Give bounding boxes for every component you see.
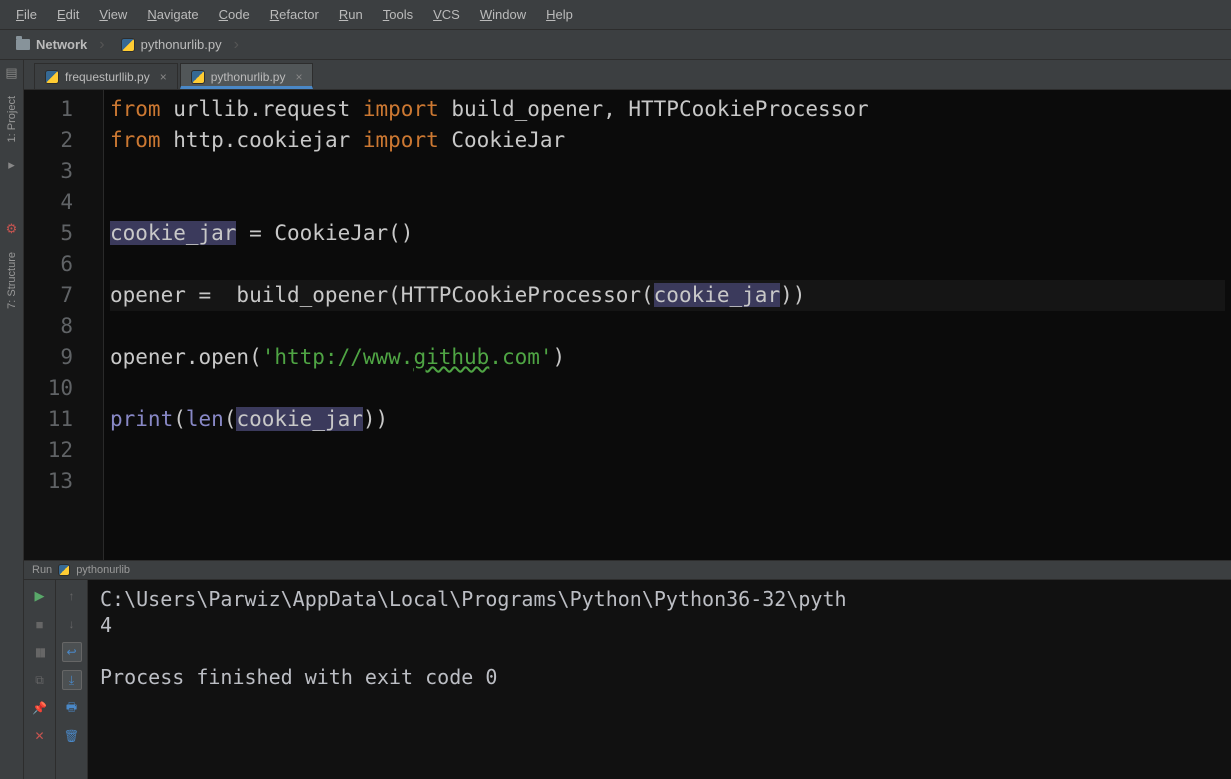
menu-window[interactable]: Window <box>470 7 536 22</box>
menu-vcs[interactable]: VCS <box>423 7 470 22</box>
down-trace-button[interactable]: ↓ <box>62 614 82 634</box>
console-output[interactable]: C:\Users\Parwiz\AppData\Local\Programs\P… <box>88 580 1231 779</box>
project-tool-button[interactable]: 1: Project <box>6 90 18 148</box>
python-file-icon <box>121 38 135 52</box>
pause-button[interactable]: ▮▮ <box>30 642 50 662</box>
folder-icon <box>16 39 30 50</box>
run-label: Run <box>32 564 52 576</box>
code-line[interactable] <box>110 466 1225 497</box>
code-line[interactable] <box>110 311 1225 342</box>
breadcrumb-file[interactable]: pythonurlib.py <box>113 36 247 54</box>
code-line[interactable]: from urllib.request import build_opener,… <box>110 94 1225 125</box>
menu-edit[interactable]: Edit <box>47 7 89 22</box>
run-config-name: pythonurlib <box>76 564 130 576</box>
code-line[interactable] <box>110 435 1225 466</box>
up-trace-button[interactable]: ↑ <box>62 586 82 606</box>
menu-help[interactable]: Help <box>536 7 583 22</box>
close-icon[interactable]: × <box>295 70 302 84</box>
soft-wrap-button[interactable]: ↩ <box>62 642 82 662</box>
left-tool-strip: ▤ 1: Project ▸ ⚙ 7: Structure <box>0 60 24 779</box>
code-line[interactable]: cookie_jar = CookieJar() <box>110 218 1225 249</box>
menu-refactor[interactable]: Refactor <box>260 7 329 22</box>
menu-run[interactable]: Run <box>329 7 373 22</box>
structure-tool-button[interactable]: 7: Structure <box>6 246 18 315</box>
menu-tools[interactable]: Tools <box>373 7 423 22</box>
clear-button[interactable]: 🗑 <box>62 726 82 746</box>
scroll-end-button[interactable]: ⤓ <box>62 670 82 690</box>
code-editor[interactable]: 12345678910111213 from urllib.request im… <box>24 90 1231 560</box>
python-file-icon <box>45 70 59 84</box>
python-file-icon <box>58 564 70 576</box>
run-buttons-col1: ▶ ■ ▮▮ ⧉ 📌 ✕ <box>24 580 56 779</box>
code-area[interactable]: from urllib.request import build_opener,… <box>104 90 1231 560</box>
pin-button[interactable]: 📌 <box>30 698 50 718</box>
editor-tabs: frequesturllib.py×pythonurlib.py× <box>0 60 1231 90</box>
python-file-icon <box>191 70 205 84</box>
print-button[interactable]: 🖶 <box>62 698 82 718</box>
run-buttons-col2: ↑ ↓ ↩ ⤓ 🖶 🗑 <box>56 580 88 779</box>
breadcrumb-root[interactable]: Network <box>8 36 113 54</box>
breadcrumb: Network pythonurlib.py <box>0 30 1231 60</box>
menu-navigate[interactable]: Navigate <box>137 7 208 22</box>
code-line[interactable]: opener.open('http://www.github.com') <box>110 342 1225 373</box>
code-line[interactable] <box>110 187 1225 218</box>
code-line[interactable] <box>110 373 1225 404</box>
run-tool-window: ▶ ■ ▮▮ ⧉ 📌 ✕ ↑ ↓ ↩ ⤓ 🖶 🗑 C:\Users\Parwiz… <box>24 580 1231 779</box>
collapse-icon[interactable]: ▸ <box>5 158 19 172</box>
code-line[interactable]: from http.cookiejar import CookieJar <box>110 125 1225 156</box>
stop-button[interactable]: ■ <box>30 614 50 634</box>
line-gutter: 12345678910111213 <box>24 90 104 560</box>
menu-bar: FileEditViewNavigateCodeRefactorRunTools… <box>0 0 1231 30</box>
exit-button[interactable]: ⧉ <box>30 670 50 690</box>
code-line[interactable] <box>110 249 1225 280</box>
code-line[interactable]: print(len(cookie_jar)) <box>110 404 1225 435</box>
structure-icon[interactable]: ⚙ <box>5 222 19 236</box>
rerun-button[interactable]: ▶ <box>30 586 50 606</box>
menu-view[interactable]: View <box>89 7 137 22</box>
close-icon[interactable]: × <box>160 70 167 84</box>
breadcrumb-file-label: pythonurlib.py <box>141 37 222 52</box>
menu-file[interactable]: File <box>6 7 47 22</box>
tab-frequesturllib-py[interactable]: frequesturllib.py× <box>34 63 178 89</box>
breadcrumb-root-label: Network <box>36 37 87 52</box>
code-line[interactable] <box>110 156 1225 187</box>
run-tool-header[interactable]: Run pythonurlib <box>24 560 1231 580</box>
menu-code[interactable]: Code <box>209 7 260 22</box>
tab-pythonurlib-py[interactable]: pythonurlib.py× <box>180 63 314 89</box>
close-button[interactable]: ✕ <box>30 726 50 746</box>
project-icon[interactable]: ▤ <box>5 66 19 80</box>
code-line[interactable]: opener = build_opener(HTTPCookieProcesso… <box>110 280 1225 311</box>
